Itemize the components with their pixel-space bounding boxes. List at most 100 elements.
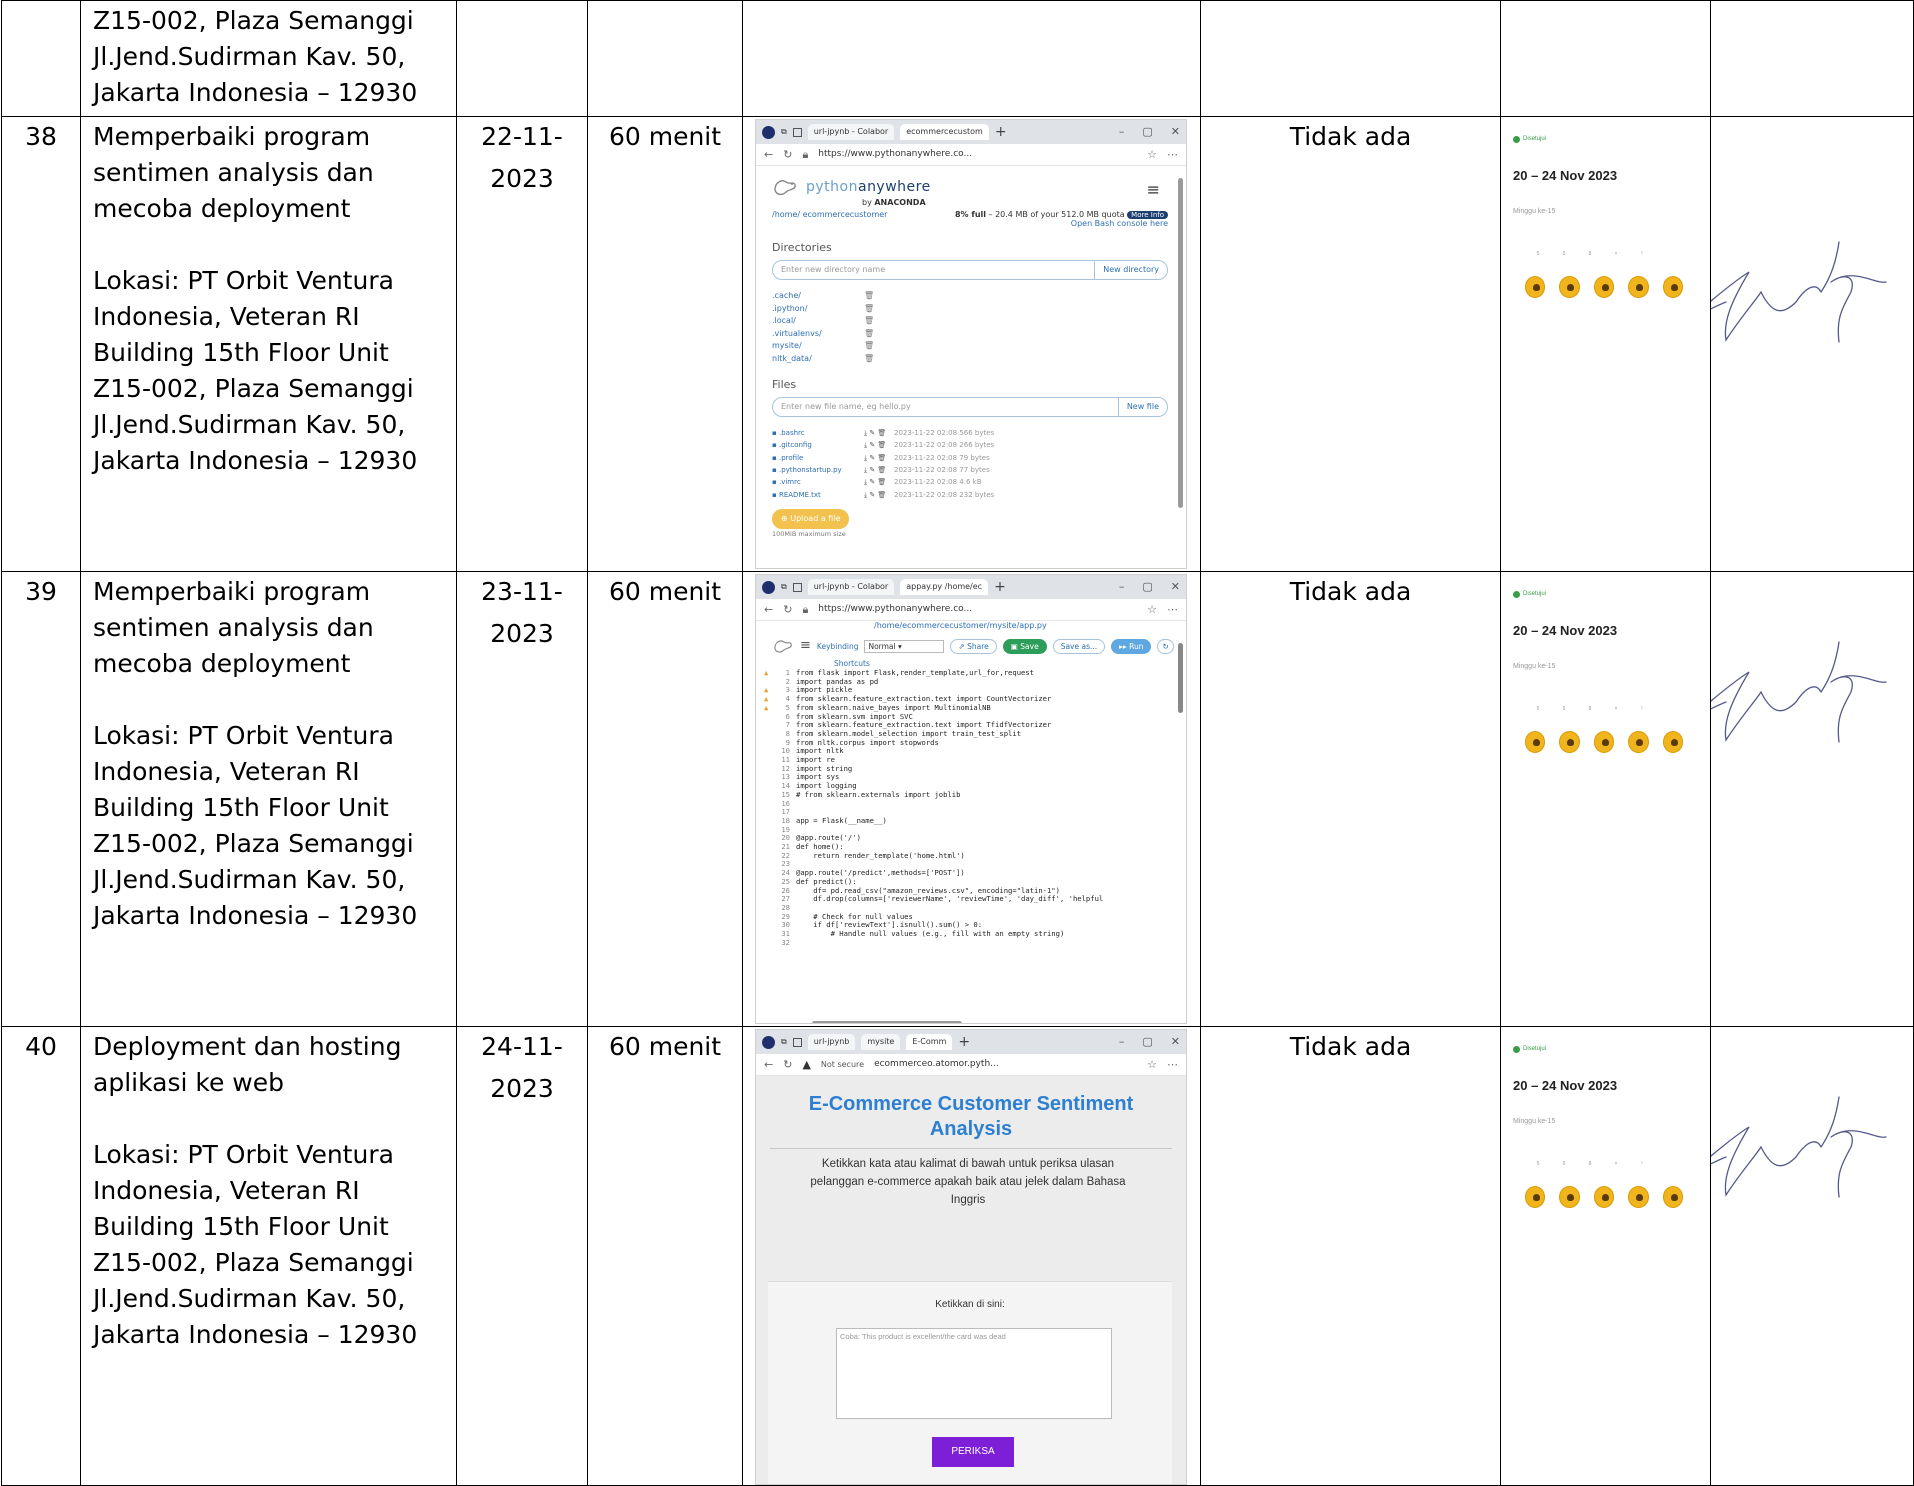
back-icon[interactable]: ← xyxy=(764,148,773,161)
url-field[interactable]: https://www.pythonanywhere.co... xyxy=(818,604,1137,615)
new-tab-icon[interactable]: + xyxy=(995,124,1007,141)
date-cell: 22-11- 2023 xyxy=(456,116,588,572)
directory-link[interactable]: .local/ xyxy=(772,315,864,328)
minimize-icon[interactable]: – xyxy=(1119,580,1125,593)
file-actions-icon[interactable]: ⤓ ✎ 🗑︎ xyxy=(864,489,894,501)
open-bash-console-link[interactable]: Open Bash console here xyxy=(772,219,1168,229)
reload-icon[interactable]: ↻ xyxy=(783,603,792,616)
directory-link[interactable]: .cache/ xyxy=(772,290,864,303)
file-link[interactable]: ▪ .vimrc xyxy=(772,476,864,488)
url-field[interactable]: ecommerceo.atomor.pyth... xyxy=(874,1059,1137,1070)
trash-icon[interactable]: 🗑︎ xyxy=(864,328,874,341)
menu-dots-icon[interactable]: ⋯ xyxy=(1167,1058,1178,1071)
close-icon[interactable]: ✕ xyxy=(1171,1035,1180,1048)
review-textarea[interactable]: Coba: This product is excellent/the card… xyxy=(836,1328,1112,1419)
favorite-icon[interactable]: ☆ xyxy=(1147,603,1157,616)
file-link[interactable]: ▪ .bashrc xyxy=(772,427,864,439)
reload-icon[interactable]: ↻ xyxy=(783,1058,792,1071)
date-line: 2023 xyxy=(490,619,554,648)
new-tab-icon[interactable]: + xyxy=(994,579,1006,596)
trash-icon[interactable]: 🗑︎ xyxy=(864,315,874,328)
close-icon[interactable]: ✕ xyxy=(1171,125,1180,138)
file-actions-icon[interactable]: ⤓ ✎ 🗑︎ xyxy=(864,476,894,488)
upload-file-button[interactable]: ⊕ Upload a file xyxy=(772,509,850,529)
new-file-button[interactable]: New file xyxy=(1117,397,1167,416)
new-tab-icon[interactable]: + xyxy=(958,1034,970,1051)
line-number: 30 xyxy=(781,920,790,930)
maximize-icon[interactable]: ▢ xyxy=(1142,125,1152,138)
code-line[interactable]: 18 app = Flask(__name__) xyxy=(762,816,1178,826)
file-link[interactable]: ▪ .pythonstartup.py xyxy=(772,464,864,476)
back-icon[interactable]: ← xyxy=(764,1058,773,1071)
maximize-icon[interactable]: ▢ xyxy=(1142,1035,1152,1048)
run-button[interactable]: ▸▸ Run xyxy=(1111,638,1152,654)
keybinding-select[interactable]: Normal ▾ xyxy=(864,639,945,653)
row-number-cell xyxy=(1,0,81,117)
hamburger-menu-icon[interactable]: ≡ xyxy=(1147,180,1160,199)
hamburger-menu-icon[interactable]: ≡ xyxy=(800,638,811,654)
trash-icon[interactable]: 🗑︎ xyxy=(864,290,874,303)
more-info-button[interactable]: More Info xyxy=(1127,210,1168,219)
file-path-breadcrumb[interactable]: /home/ecommercecustomer/mysite/app.py xyxy=(756,621,1186,633)
file-link[interactable]: ▪ .profile xyxy=(772,452,864,464)
directory-link[interactable]: .ipython/ xyxy=(772,303,864,316)
save-button[interactable]: ▣ Save xyxy=(1002,638,1047,654)
trash-icon[interactable]: 🗑︎ xyxy=(864,340,874,353)
file-actions-icon[interactable]: ⤓ ✎ 🗑︎ xyxy=(864,427,894,439)
file-actions-icon[interactable]: ⤓ ✎ 🗑︎ xyxy=(864,464,894,476)
code-line[interactable]: 31 # Handle null values (e.g., fill with… xyxy=(762,929,1178,939)
file-actions-icon[interactable]: ⤓ ✎ 🗑︎ xyxy=(864,439,894,451)
back-icon[interactable]: ← xyxy=(764,603,773,616)
browser-tab-active[interactable]: E-Comm xyxy=(906,1034,953,1050)
breadcrumb[interactable]: /home/ ecommercecustomer xyxy=(772,210,887,220)
browser-tab-active[interactable]: appay.py /home/ec xyxy=(900,579,989,595)
trash-icon[interactable]: 🗑︎ xyxy=(864,303,874,316)
activity-cell: Deployment dan hosting aplikasi ke web L… xyxy=(80,1026,457,1486)
favorite-icon[interactable]: ☆ xyxy=(1147,148,1157,161)
date-line: 2023 xyxy=(490,164,554,193)
browser-tab[interactable]: url-jpynb xyxy=(807,1034,856,1050)
line-number: 7 xyxy=(785,720,790,730)
file-actions-icon[interactable]: ⤓ ✎ 🗑︎ xyxy=(864,452,894,464)
code-area[interactable]: 1 ▲ from flask import Flask,render_templat… xyxy=(756,668,1186,948)
browser-tab[interactable]: url-jpynb - Colabor xyxy=(807,124,895,140)
directory-link[interactable]: mysite/ xyxy=(772,340,864,353)
browser-tab-active[interactable]: ecommercecustom xyxy=(900,124,989,140)
minimize-icon[interactable]: – xyxy=(1119,125,1125,138)
reload-icon[interactable]: ↻ xyxy=(783,148,792,161)
maximize-icon[interactable]: ▢ xyxy=(1142,580,1152,593)
code-line[interactable]: 15 # from sklearn.externals import joblib xyxy=(762,790,1178,800)
directory-link[interactable]: .virtualenvs/ xyxy=(772,328,864,341)
activity-cell: Memperbaiki program sentimen analysis da… xyxy=(80,571,457,1027)
new-directory-button[interactable]: New directory xyxy=(1094,260,1167,279)
code-line[interactable]: 32 xyxy=(762,937,1178,948)
save-as-button[interactable]: Save as... xyxy=(1052,638,1106,654)
periksa-button[interactable]: PERIKSA xyxy=(932,1437,1014,1467)
file-name-input[interactable]: Enter new file name, eg hello.py xyxy=(773,402,1118,412)
line-number: 32 xyxy=(781,937,790,947)
file-link[interactable]: ▪ README.txt xyxy=(772,489,864,501)
trash-icon[interactable]: 🗑︎ xyxy=(864,353,874,366)
menu-dots-icon[interactable]: ⋯ xyxy=(1167,603,1178,616)
menu-dots-icon[interactable]: ⋯ xyxy=(1167,148,1178,161)
browser-tab[interactable]: url-jpynb - Colabor xyxy=(807,579,895,595)
browser-tab[interactable]: mysite xyxy=(861,1034,901,1050)
minimize-icon[interactable]: – xyxy=(1119,1035,1125,1048)
share-button[interactable]: ⇗ Share xyxy=(950,638,997,654)
code-line[interactable]: 16 xyxy=(762,799,1178,809)
lock-icon: 🔒︎ xyxy=(802,602,809,616)
directory-link[interactable]: nltk_data/ xyxy=(772,353,864,366)
browser-screenshot-pythonanywhere-files: ⧉ url-jpynb - Colabor ecommercecustom + … xyxy=(755,119,1187,569)
reload-icon[interactable]: ↻ xyxy=(1157,638,1174,654)
directory-name-input[interactable]: Enter new directory name xyxy=(773,265,1094,275)
url-field[interactable]: https://www.pythonanywhere.co... xyxy=(818,149,1137,160)
code-scrollbar[interactable] xyxy=(1178,643,1183,713)
code-line[interactable]: 27 df.drop(columns=['reviewerName', 'rev… xyxy=(762,895,1178,904)
rating-face-icon xyxy=(1662,1186,1684,1208)
favorite-icon[interactable]: ☆ xyxy=(1147,1058,1157,1071)
code-text: df.drop(columns=['reviewerName', 'review… xyxy=(796,894,1104,904)
file-link[interactable]: ▪ .gitconfig xyxy=(772,439,864,451)
code-line[interactable]: 22 return render_template('home.html') xyxy=(762,851,1178,861)
close-icon[interactable]: ✕ xyxy=(1171,580,1180,593)
horizontal-scrollbar[interactable] xyxy=(812,1021,962,1023)
